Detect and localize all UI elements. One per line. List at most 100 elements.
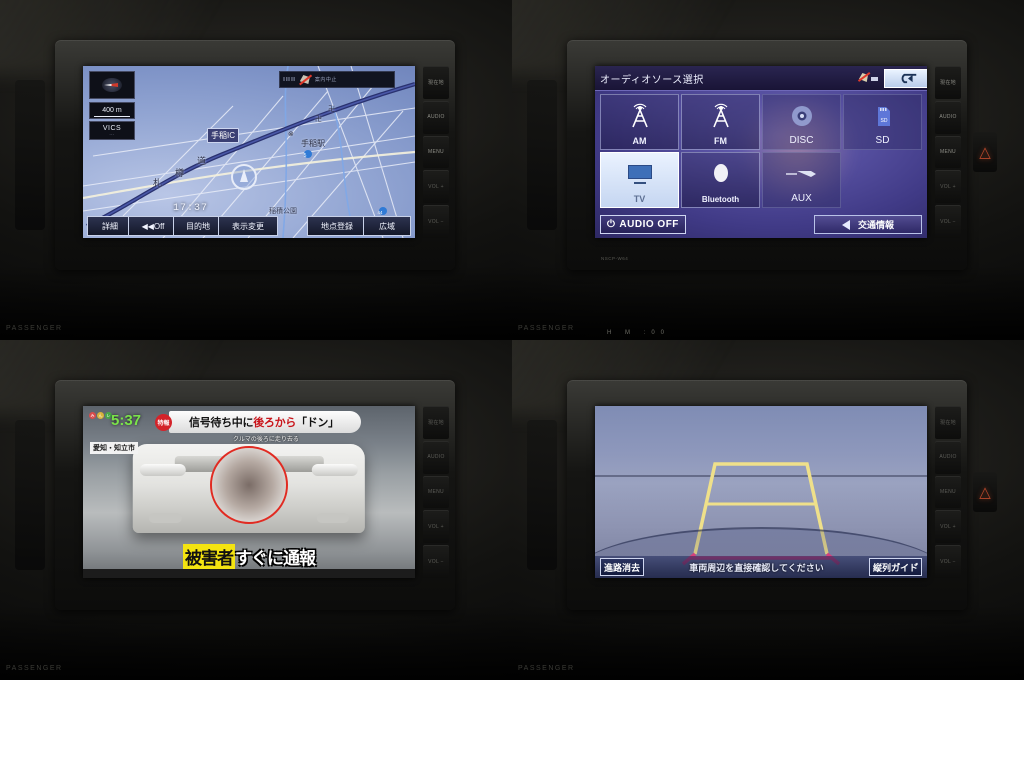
source-button-bluetooth[interactable]: Bluetooth <box>681 152 760 208</box>
rear-camera-view[interactable]: 進路消去 車両周辺を直接確認してください 縦列ガ゙イド゙ <box>595 406 927 578</box>
source-button-aux[interactable]: AUX <box>762 152 841 208</box>
nav-status-bar: ‖‖‖‖‖ 案内中止 <box>279 71 395 88</box>
left-hardkey-column[interactable] <box>15 80 45 230</box>
map-poi-marker-1: ⊗ <box>288 131 294 138</box>
audio-off-label: AUDIO OFF <box>619 219 679 230</box>
hardkey-audio[interactable]: AUDIO <box>423 440 449 474</box>
map-poi-marker-3: 卍 <box>328 106 335 113</box>
compass-icon[interactable] <box>89 71 135 99</box>
source-button-tv[interactable]: TV <box>600 152 679 208</box>
nav-button-change-view[interactable]: 表示変更 <box>218 216 278 236</box>
hardkey-current-location[interactable]: 現在地 <box>423 66 449 99</box>
back-button[interactable] <box>884 68 927 88</box>
hardkey-audio[interactable]: AUDIO <box>935 100 961 134</box>
hardkey-volume-up[interactable]: VOL + <box>935 170 961 204</box>
tv-caption-highlight: 被害者 <box>183 544 235 569</box>
head-unit: 5 44 ‖‖‖‖‖ 案内中止 400 m VICS --- 手稲IC 札 樽 … <box>15 40 455 270</box>
nav-button-detail[interactable]: 詳細 <box>87 216 133 236</box>
hardkey-volume-up[interactable]: VOL + <box>423 170 449 204</box>
power-icon: ⏻ <box>607 219 616 230</box>
car-foglamp-right <box>316 512 349 523</box>
source-label-disc: DISC <box>789 135 814 146</box>
map-label-teine-station: 手稲駅 <box>301 139 325 148</box>
vics-label: VICS <box>102 124 122 132</box>
audio-source-grid: AM FM DISC SD SD TV Bluetooth AUX <box>600 94 922 208</box>
hardkey-current-location[interactable]: 現在地 <box>935 406 961 439</box>
photo-grid: 5 44 ‖‖‖‖‖ 案内中止 400 m VICS --- 手稲IC 札 樽 … <box>0 0 1024 680</box>
disc-icon <box>763 101 840 131</box>
hardkey-volume-down[interactable]: VOL − <box>423 545 449 578</box>
car-foglamp-left <box>149 512 182 523</box>
source-button-disc[interactable]: DISC <box>762 94 841 150</box>
map-scale-value: 400 m <box>102 107 122 114</box>
right-hardkey-column[interactable]: 現在地 AUDIO MENU VOL + VOL − <box>935 406 961 578</box>
traffic-info-label: 交通情報 <box>857 220 894 230</box>
hardkey-audio[interactable]: AUDIO <box>935 440 961 474</box>
source-button-fm[interactable]: FM <box>681 94 760 150</box>
source-label-tv: TV <box>633 194 646 204</box>
passenger-trim-label: PASSENGER <box>6 665 63 672</box>
car-headlamp-right <box>311 463 359 477</box>
compass-rose <box>102 78 122 92</box>
bluetooth-icon <box>682 159 759 189</box>
source-button-am[interactable]: AM <box>600 94 679 150</box>
tv-video[interactable]: みんレ 5:37 愛知・知立市 特報 信号待ち中に後ろから「ドン」 クルマの後ろ… <box>83 406 415 578</box>
hardkey-current-location[interactable]: 現在地 <box>423 406 449 439</box>
audio-bottom-bar: ⏻ AUDIO OFF 交通情報 <box>600 215 922 234</box>
hardkey-current-location[interactable]: 現在地 <box>935 66 961 99</box>
status-bar-left-text: ‖‖‖‖‖ <box>283 76 296 83</box>
map-canvas[interactable]: 5 44 ‖‖‖‖‖ 案内中止 400 m VICS --- 手稲IC 札 樽 … <box>83 66 415 238</box>
hardkey-volume-down[interactable]: VOL − <box>935 205 961 238</box>
audio-screen[interactable]: オーディオソース選択 AM FM DISC SD SD TV Bluetooth… <box>595 66 927 238</box>
tv-screen[interactable]: みんレ 5:37 愛知・知立市 特報 信号待ち中に後ろから「ドン」 クルマの後ろ… <box>83 406 415 578</box>
camera-screen[interactable]: 進路消去 車両周辺を直接確認してください 縦列ガ゙イド゙ <box>595 406 927 578</box>
nav-screen[interactable]: 5 44 ‖‖‖‖‖ 案内中止 400 m VICS --- 手稲IC 札 樽 … <box>83 66 415 238</box>
hardkey-volume-down[interactable]: VOL − <box>935 545 961 578</box>
hazard-light-button[interactable]: △ <box>973 132 997 172</box>
hardkey-menu[interactable]: MENU <box>423 475 449 509</box>
audio-source-panel: オーディオソース選択 AM FM DISC SD SD TV Bluetooth… <box>595 66 927 238</box>
clear-guideline-button[interactable]: 進路消去 <box>600 558 645 576</box>
hardkey-menu[interactable]: MENU <box>935 135 961 169</box>
hardkey-volume-up[interactable]: VOL + <box>935 510 961 544</box>
nav-button-register-point[interactable]: 地点登録 <box>307 216 367 236</box>
map-label-inazumi-park: 稲積公園 <box>269 208 297 215</box>
vics-sub: --- <box>109 131 115 136</box>
nav-button-wide-area[interactable]: 広域 <box>363 216 411 236</box>
vics-indicator[interactable]: VICS --- <box>89 121 135 140</box>
source-slot-empty <box>843 152 922 208</box>
hardkey-volume-up[interactable]: VOL + <box>423 510 449 544</box>
hazard-light-button[interactable]: △ <box>973 472 997 512</box>
left-hardkey-column[interactable] <box>15 420 45 570</box>
parallel-guide-button[interactable]: 縦列ガ゙イド゙ <box>868 558 922 576</box>
traffic-info-button[interactable]: 交通情報 <box>814 215 922 234</box>
left-hardkey-column[interactable] <box>527 80 557 230</box>
audio-screen-title: オーディオソース選択 <box>600 74 704 86</box>
tv-caption-rest: すぐに通報 <box>235 549 316 568</box>
map-label-sa: 札 <box>153 178 163 188</box>
camera-warning-text: 車両周辺を直接確認してください <box>689 562 824 573</box>
photo-sheet: 5 44 ‖‖‖‖‖ 案内中止 400 m VICS --- 手稲IC 札 樽 … <box>0 0 1024 768</box>
hardkey-menu[interactable]: MENU <box>423 135 449 169</box>
hardkey-audio[interactable]: AUDIO <box>423 100 449 134</box>
current-position-marker <box>231 164 257 190</box>
hardkey-volume-down[interactable]: VOL − <box>423 205 449 238</box>
back-arrow-icon <box>901 73 917 83</box>
antenna-icon <box>601 101 678 131</box>
antenna-icon <box>682 101 759 131</box>
right-hardkey-column[interactable]: 現在地 AUDIO MENU VOL + VOL − <box>423 406 449 578</box>
right-hardkey-column[interactable]: 現在地 AUDIO MENU VOL + VOL − <box>423 66 449 238</box>
svg-text:SD: SD <box>880 118 887 124</box>
hardkey-menu[interactable]: MENU <box>935 475 961 509</box>
audio-title-bar: オーディオソース選択 <box>595 66 927 91</box>
left-hardkey-column[interactable] <box>527 420 557 570</box>
source-button-sd[interactable]: SD SD <box>843 94 922 150</box>
map-scale-indicator[interactable]: 400 m <box>89 102 135 119</box>
photo-rear-camera: 進路消去 車両周辺を直接確認してください 縦列ガ゙イド゙ 現在地 AUDIO M… <box>512 340 1024 680</box>
audio-off-button[interactable]: ⏻ AUDIO OFF <box>600 215 686 234</box>
nav-button-destination[interactable]: 目的地 <box>173 216 223 236</box>
passenger-trim-label: PASSENGER <box>518 665 575 672</box>
nav-button-voice-off[interactable]: ◀◀Off <box>128 216 178 236</box>
right-hardkey-column[interactable]: 現在地 AUDIO MENU VOL + VOL − <box>935 66 961 238</box>
sd-card-icon: SD <box>844 101 921 131</box>
